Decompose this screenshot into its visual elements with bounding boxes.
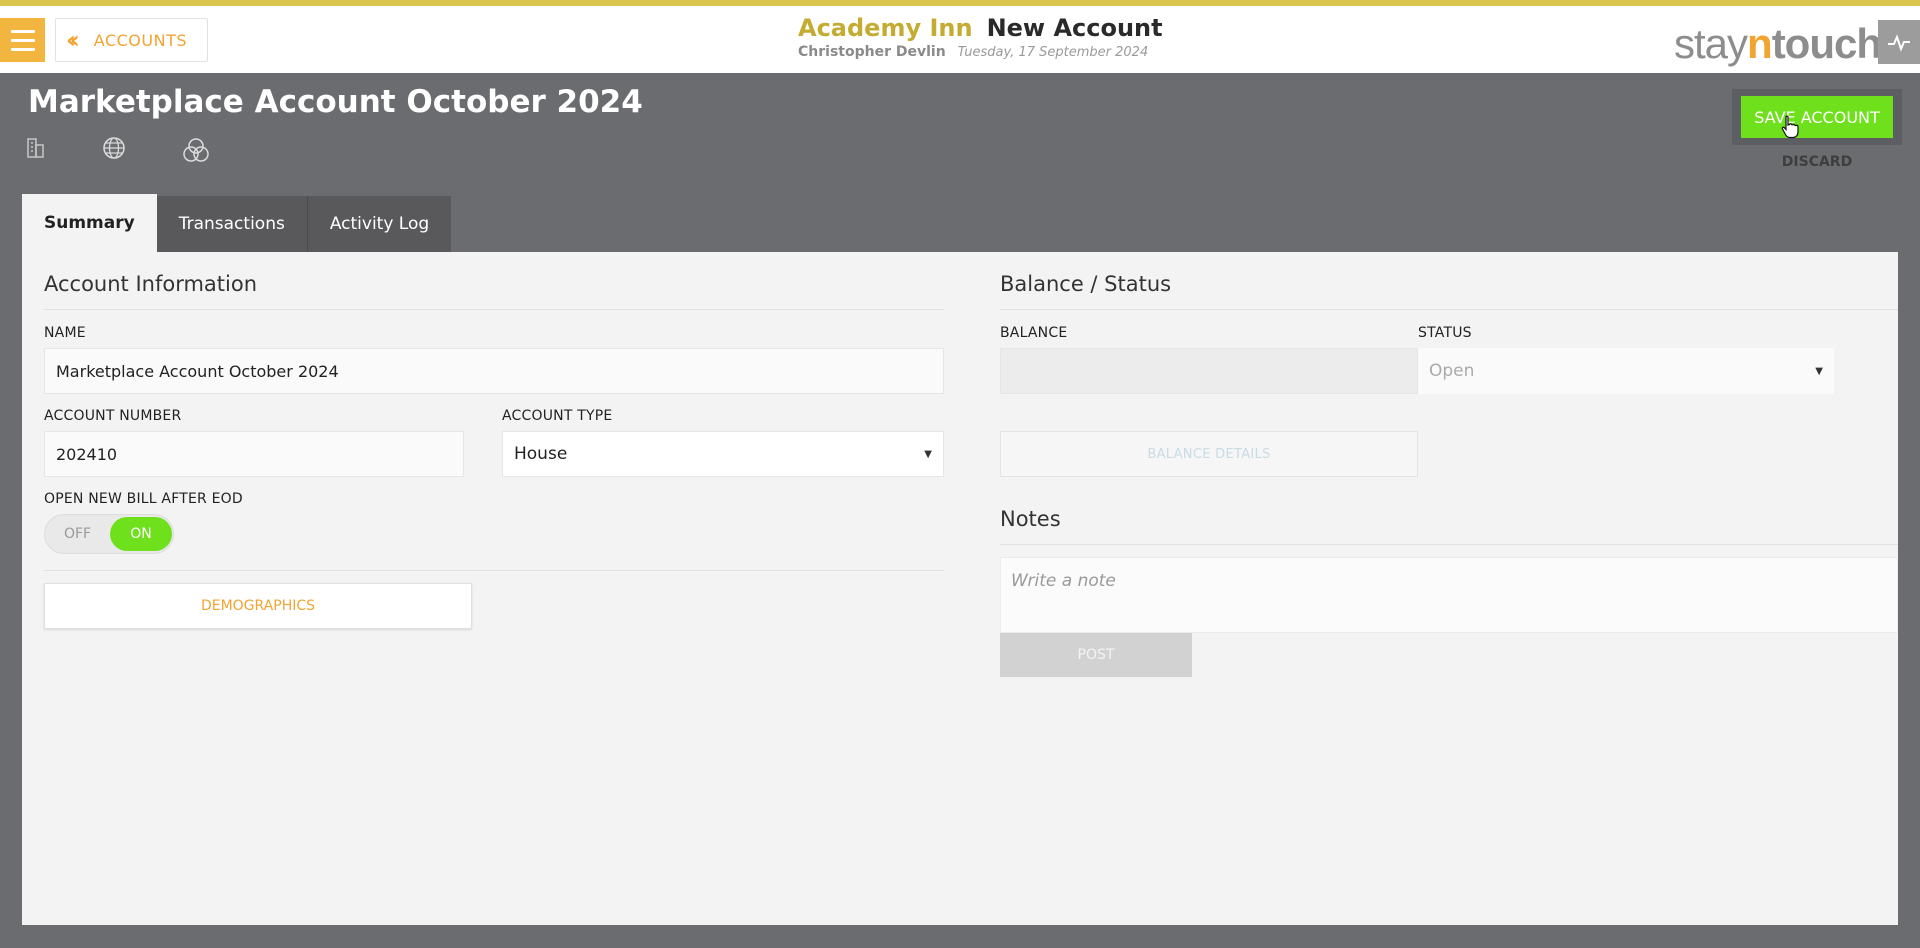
menu-line	[10, 38, 35, 42]
account-type-select[interactable]: House ▼	[502, 431, 944, 477]
account-title: Marketplace Account October 2024	[28, 84, 643, 120]
logo-part: touch	[1771, 20, 1882, 67]
note-input[interactable]: Write a note	[1000, 557, 1898, 633]
balance-field	[1000, 348, 1418, 394]
stayntouch-logo: stayntouch	[1674, 20, 1882, 68]
header-title-block: Academy Inn New Account Christopher Devli…	[798, 14, 1163, 60]
logo-part: stay	[1674, 20, 1748, 67]
account-type-value: House	[514, 444, 568, 464]
hotel-name: Academy Inn	[798, 14, 973, 42]
balance-label: BALANCE	[1000, 325, 1068, 341]
balance-details-button[interactable]: BALANCE DETAILS	[1000, 431, 1418, 477]
post-note-button[interactable]: POST	[1000, 633, 1192, 677]
summary-panel: Account Information NAME Marketplace Acc…	[22, 252, 1898, 925]
logo-part: n	[1747, 20, 1773, 67]
discard-button[interactable]: DISCARD	[1732, 154, 1902, 170]
hamburger-menu-icon[interactable]	[0, 18, 45, 62]
building-icon[interactable]	[26, 136, 46, 158]
save-account-wrapper: SAVE ACCOUNT	[1732, 89, 1902, 145]
tab-activity-log[interactable]: Activity Log	[306, 196, 452, 252]
overlapping-circles-icon[interactable]	[182, 136, 210, 164]
status-value: Open	[1429, 361, 1475, 381]
hand-cursor-icon	[1781, 115, 1799, 139]
account-number-input[interactable]: 202410	[44, 431, 464, 477]
notes-heading: Notes	[1000, 507, 1061, 531]
user-name: Christopher Devlin	[798, 44, 946, 60]
activity-pulse-icon[interactable]	[1878, 20, 1920, 64]
account-tabs: Summary Transactions Activity Log	[22, 194, 452, 252]
globe-icon[interactable]	[102, 136, 126, 160]
account-icons	[26, 136, 210, 164]
open-new-bill-label: OPEN NEW BILL AFTER EOD	[44, 491, 243, 507]
caret-down-icon: ▼	[924, 448, 932, 460]
menu-line	[10, 29, 35, 33]
double-chevron-left-icon: ‹‹	[66, 26, 80, 54]
tab-summary[interactable]: Summary	[22, 194, 157, 252]
status-label: STATUS	[1418, 325, 1472, 341]
toggle-off-label: OFF	[63, 526, 92, 542]
page-title: New Account	[986, 14, 1163, 42]
demographics-button[interactable]: DEMOGRAPHICS	[44, 583, 472, 629]
open-new-bill-toggle[interactable]: OFF ON	[44, 514, 174, 554]
balance-status-heading: Balance / Status	[1000, 272, 1172, 296]
menu-line	[10, 47, 35, 51]
tab-transactions[interactable]: Transactions	[156, 196, 307, 252]
divider	[1000, 544, 1898, 545]
business-date: Tuesday, 17 September 2024	[957, 45, 1149, 60]
back-to-accounts-button[interactable]: ‹‹ ACCOUNTS	[55, 18, 208, 62]
divider	[1000, 309, 1898, 310]
account-number-label: ACCOUNT NUMBER	[44, 408, 182, 424]
save-account-button[interactable]: SAVE ACCOUNT	[1741, 96, 1893, 138]
divider	[44, 570, 944, 571]
account-information-heading: Account Information	[44, 272, 258, 296]
top-header: ‹‹ ACCOUNTS Academy Inn New Account Chris…	[0, 0, 1920, 73]
toggle-on-label: ON	[110, 517, 172, 551]
pulse-line-icon	[1888, 34, 1910, 52]
status-select[interactable]: Open ▼	[1418, 348, 1834, 394]
account-type-label: ACCOUNT TYPE	[502, 408, 613, 424]
caret-down-icon: ▼	[1815, 365, 1823, 377]
divider	[44, 309, 944, 310]
account-name-input[interactable]: Marketplace Account October 2024	[44, 348, 944, 394]
name-label: NAME	[44, 325, 86, 341]
back-button-label: ACCOUNTS	[93, 30, 187, 50]
